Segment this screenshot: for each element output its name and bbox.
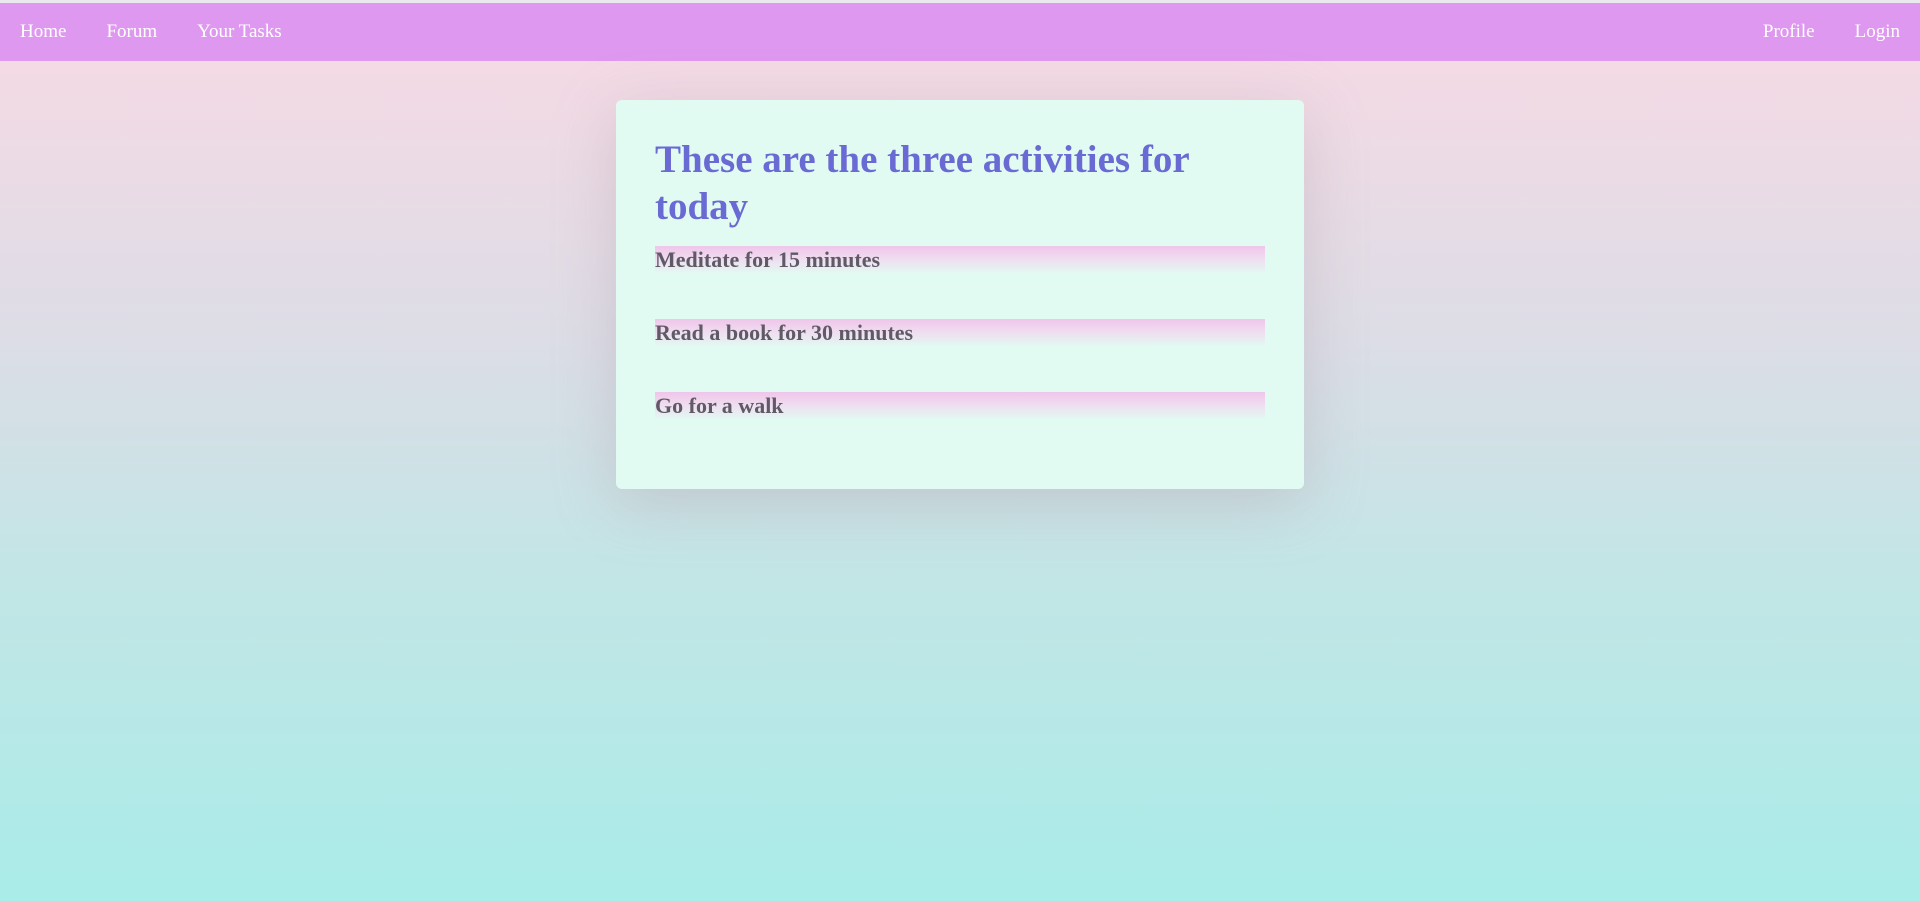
nav-right-group: Profile Login	[1743, 3, 1920, 61]
activity-label: Meditate for 15 minutes	[655, 247, 881, 272]
nav-login-link[interactable]: Login	[1835, 3, 1920, 61]
top-navbar: Home Forum Your Tasks Profile Login	[0, 3, 1920, 61]
activities-card: These are the three activities for today…	[616, 100, 1304, 489]
page-title: These are the three activities for today	[655, 138, 1189, 228]
activity-list: Meditate for 15 minutes Read a book for …	[655, 246, 1265, 420]
nav-home-link[interactable]: Home	[0, 3, 86, 61]
activity-label: Go for a walk	[655, 393, 784, 418]
nav-profile-link[interactable]: Profile	[1743, 3, 1835, 61]
activity-item-meditate: Meditate for 15 minutes	[655, 246, 1265, 274]
nav-left-group: Home Forum Your Tasks	[0, 3, 302, 61]
activity-label: Read a book for 30 minutes	[655, 320, 914, 345]
nav-your-tasks-link[interactable]: Your Tasks	[177, 3, 302, 61]
activity-item-read: Read a book for 30 minutes	[655, 319, 1265, 347]
nav-forum-link[interactable]: Forum	[86, 3, 177, 61]
activity-item-walk: Go for a walk	[655, 392, 1265, 420]
